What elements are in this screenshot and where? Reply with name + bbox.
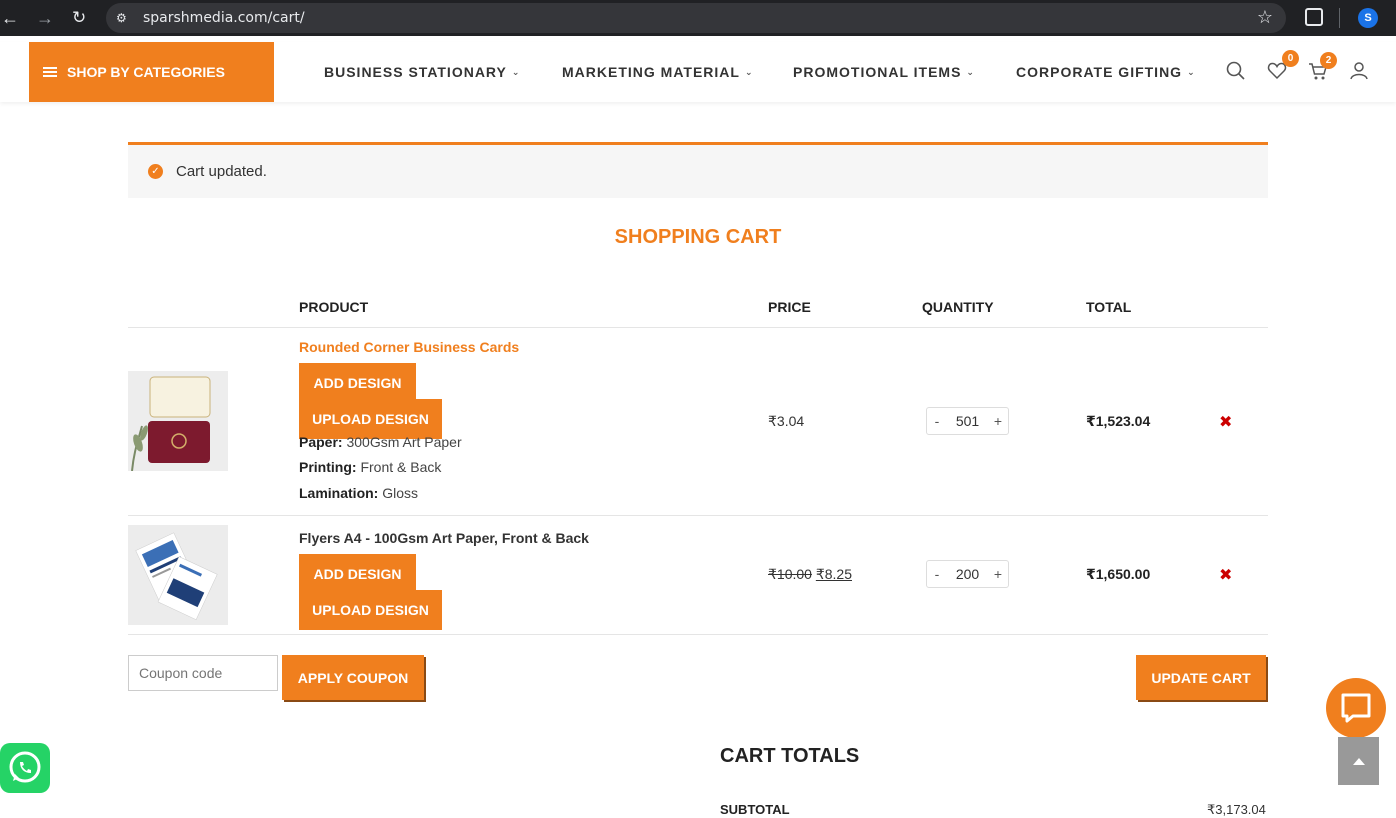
user-account-icon[interactable] bbox=[1348, 60, 1370, 82]
quantity-stepper[interactable]: - 501 + bbox=[926, 407, 1009, 435]
chevron-down-icon: ⌄ bbox=[744, 66, 754, 77]
product-thumbnail-flyers[interactable] bbox=[128, 525, 228, 625]
notice-message: Cart updated. bbox=[176, 163, 267, 180]
meta-value: Gloss bbox=[382, 485, 419, 501]
cart-totals-title: CART TOTALS bbox=[720, 745, 860, 767]
line-total: ₹1,523.04 bbox=[1086, 413, 1151, 429]
quantity-decrease-button[interactable]: - bbox=[927, 413, 947, 429]
table-divider bbox=[128, 515, 1268, 516]
quantity-input[interactable]: 501 bbox=[947, 413, 988, 429]
url-text[interactable]: sparshmedia.com/cart/ bbox=[143, 10, 305, 26]
nav-label: MARKETING MATERIAL bbox=[562, 64, 740, 80]
list-menu-icon bbox=[43, 65, 57, 79]
remove-item-icon[interactable]: ✖ bbox=[1219, 565, 1232, 585]
column-header-product: PRODUCT bbox=[299, 299, 369, 315]
subtotal-label: SUBTOTAL bbox=[720, 802, 790, 817]
sale-price: ₹8.25 bbox=[815, 566, 852, 582]
meta-label: Lamination: bbox=[299, 485, 379, 501]
back-arrow-icon[interactable]: ← bbox=[1, 9, 19, 27]
chevron-down-icon: ⌄ bbox=[511, 66, 521, 77]
nav-promotional-items[interactable]: PROMOTIONAL ITEMS ⌄ bbox=[793, 42, 975, 102]
update-cart-button[interactable]: UPDATE CART bbox=[1136, 655, 1266, 700]
subtotal-value: ₹3,173.04 bbox=[1207, 802, 1266, 817]
unit-price: ₹10.00 ₹8.25 bbox=[768, 566, 852, 583]
original-price: ₹10.00 bbox=[768, 566, 812, 582]
check-icon: ✓ bbox=[148, 164, 163, 179]
cart-count-badge: 2 bbox=[1320, 52, 1337, 69]
live-chat-button[interactable] bbox=[1326, 678, 1386, 738]
unit-price: ₹3.04 bbox=[768, 413, 805, 429]
site-header: SHOP BY CATEGORIES BUSINESS STATIONARY ⌄ … bbox=[0, 42, 1396, 102]
reload-icon[interactable]: ↻ bbox=[72, 9, 86, 27]
page-title: SHOPPING CART bbox=[614, 226, 782, 248]
forward-arrow-icon[interactable]: → bbox=[36, 9, 54, 27]
scroll-to-top-button[interactable] bbox=[1338, 737, 1379, 785]
wishlist-count-badge: 0 bbox=[1282, 50, 1299, 67]
toolbar-divider bbox=[1339, 8, 1340, 28]
shop-by-categories-label: SHOP BY CATEGORIES bbox=[67, 64, 225, 80]
upload-design-button[interactable]: UPLOAD DESIGN bbox=[299, 399, 442, 439]
meta-label: Paper: bbox=[299, 434, 343, 450]
search-icon[interactable] bbox=[1225, 60, 1247, 82]
browser-toolbar: ← → ↻ ⚙ sparshmedia.com/cart/ ☆ S bbox=[0, 0, 1396, 36]
meta-value: Front & Back bbox=[360, 459, 442, 475]
chat-bubble-icon bbox=[1341, 693, 1371, 723]
meta-value: 300Gsm Art Paper bbox=[346, 434, 462, 450]
quantity-stepper[interactable]: - 200 + bbox=[926, 560, 1009, 588]
line-total: ₹1,650.00 bbox=[1086, 566, 1151, 582]
nav-label: BUSINESS STATIONARY bbox=[324, 64, 507, 80]
extensions-icon[interactable] bbox=[1305, 8, 1323, 26]
quantity-increase-button[interactable]: + bbox=[988, 413, 1008, 429]
add-design-button[interactable]: ADD DESIGN bbox=[299, 363, 416, 403]
nav-label: PROMOTIONAL ITEMS bbox=[793, 64, 962, 80]
product-meta-printing: Printing: Front & Back bbox=[299, 459, 441, 475]
bookmark-star-icon[interactable]: ☆ bbox=[1257, 7, 1273, 28]
nav-marketing-material[interactable]: MARKETING MATERIAL ⌄ bbox=[562, 42, 754, 102]
quantity-increase-button[interactable]: + bbox=[988, 566, 1008, 582]
caret-up-icon bbox=[1352, 758, 1365, 765]
whatsapp-icon bbox=[9, 751, 41, 783]
shop-by-categories-button[interactable]: SHOP BY CATEGORIES bbox=[29, 42, 274, 102]
table-divider bbox=[128, 327, 1268, 328]
product-thumbnail-business-cards[interactable] bbox=[128, 371, 228, 471]
profile-avatar[interactable]: S bbox=[1358, 8, 1378, 28]
column-header-quantity: QUANTITY bbox=[922, 299, 994, 315]
product-name-link[interactable]: Rounded Corner Business Cards bbox=[299, 339, 519, 355]
chevron-down-icon: ⌄ bbox=[966, 66, 975, 77]
coupon-code-input[interactable] bbox=[128, 655, 278, 691]
product-meta-paper: Paper: 300Gsm Art Paper bbox=[299, 434, 462, 450]
table-divider bbox=[128, 634, 1268, 635]
nav-corporate-gifting[interactable]: CORPORATE GIFTING ⌄ bbox=[1016, 42, 1196, 102]
meta-label: Printing: bbox=[299, 459, 357, 475]
nav-business-stationary[interactable]: BUSINESS STATIONARY ⌄ bbox=[324, 42, 520, 102]
apply-coupon-button[interactable]: APPLY COUPON bbox=[282, 655, 424, 700]
quantity-decrease-button[interactable]: - bbox=[927, 566, 947, 582]
remove-item-icon[interactable]: ✖ bbox=[1219, 412, 1232, 432]
nav-label: CORPORATE GIFTING bbox=[1016, 64, 1183, 80]
column-header-total: TOTAL bbox=[1086, 299, 1132, 315]
column-header-price: PRICE bbox=[768, 299, 811, 315]
whatsapp-chat-button[interactable] bbox=[0, 743, 50, 793]
chevron-down-icon: ⌄ bbox=[1187, 66, 1196, 77]
upload-design-button[interactable]: UPLOAD DESIGN bbox=[299, 590, 442, 630]
quantity-input[interactable]: 200 bbox=[947, 566, 988, 582]
product-name-link[interactable]: Flyers A4 - 100Gsm Art Paper, Front & Ba… bbox=[299, 530, 589, 546]
site-info-icon[interactable]: ⚙ bbox=[116, 11, 130, 25]
add-design-button[interactable]: ADD DESIGN bbox=[299, 554, 416, 594]
address-bar[interactable]: ⚙ sparshmedia.com/cart/ ☆ bbox=[106, 3, 1286, 33]
cart-updated-notice: ✓ Cart updated. bbox=[128, 142, 1268, 198]
product-meta-lamination: Lamination: Gloss bbox=[299, 485, 418, 501]
